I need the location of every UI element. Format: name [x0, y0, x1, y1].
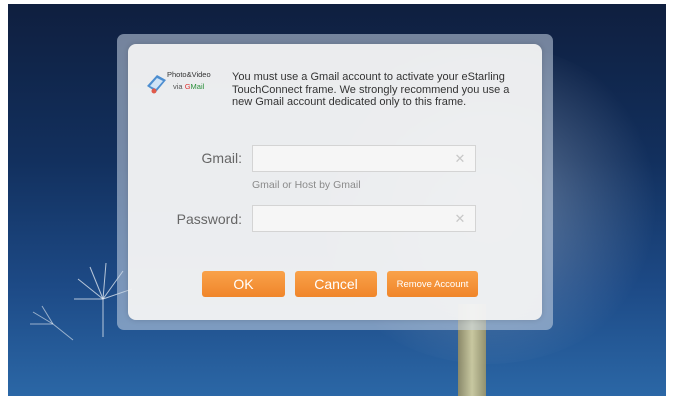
- logo-text-line1: Photo&Video: [167, 70, 211, 79]
- password-input[interactable]: [252, 205, 476, 232]
- password-label: Password:: [176, 211, 242, 227]
- logo-ail: ail: [196, 82, 205, 91]
- photo-frame-icon: [147, 75, 166, 94]
- password-clear-icon[interactable]: ✕: [452, 211, 468, 227]
- photo-video-logo: Photo&Video via GMail: [145, 70, 223, 96]
- dandelion-seed-icon: [30, 305, 74, 341]
- gmail-clear-icon[interactable]: ✕: [452, 151, 468, 167]
- logo-text-line2: via GMail: [173, 82, 204, 91]
- gmail-label: Gmail:: [201, 150, 242, 166]
- ok-button[interactable]: OK: [202, 271, 285, 297]
- gmail-hint: Gmail or Host by Gmail: [252, 179, 361, 191]
- remove-account-button[interactable]: Remove Account: [387, 271, 478, 297]
- logo-via: via: [173, 82, 183, 91]
- cancel-button[interactable]: Cancel: [295, 271, 377, 297]
- gmail-input[interactable]: [252, 145, 476, 172]
- gmail-login-dialog: Photo&Video via GMail You must use a Gma…: [128, 44, 542, 320]
- instruction-message: You must use a Gmail account to activate…: [232, 71, 510, 108]
